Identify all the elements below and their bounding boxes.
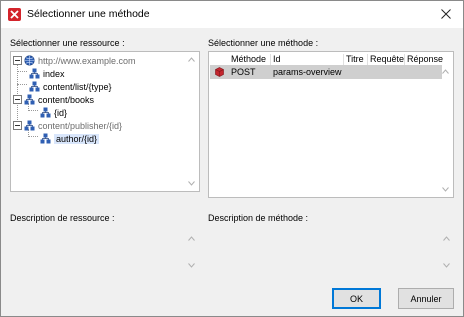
method-description-field[interactable] — [208, 226, 454, 272]
scroll-up-button[interactable] — [187, 55, 196, 64]
tree-node-content-list[interactable]: content/list/{type} — [27, 80, 112, 93]
column-divider — [343, 54, 344, 65]
resource-icon — [29, 81, 40, 92]
method-label: Sélectionner une méthode : — [208, 38, 319, 48]
resource-icon — [40, 133, 51, 144]
column-divider — [270, 54, 271, 65]
chevron-down-icon — [188, 181, 195, 186]
chevron-down-icon — [188, 263, 195, 268]
method-description-label: Description de méthode : — [208, 213, 309, 223]
column-header-response[interactable]: Réponse — [407, 54, 445, 64]
chevron-up-icon — [442, 69, 449, 74]
globe-icon — [24, 55, 35, 66]
tree-connector — [17, 84, 27, 85]
tree-node-label: {id} — [54, 107, 68, 118]
resource-icon — [24, 94, 35, 105]
select-method-dialog: Sélectionner une méthode Sélectionner un… — [0, 0, 464, 317]
column-divider — [404, 54, 405, 65]
chevron-down-icon — [442, 187, 449, 192]
table-header: Méthode Id Titre Requête Réponse — [210, 53, 452, 65]
scroll-down-button[interactable] — [187, 261, 196, 270]
resource-description-label: Description de ressource : — [10, 213, 115, 223]
method-icon — [215, 67, 224, 77]
resource-icon — [29, 68, 40, 79]
scroll-up-button[interactable] — [187, 234, 196, 243]
chevron-up-icon — [443, 236, 450, 241]
resource-icon — [24, 120, 35, 131]
collapse-icon[interactable] — [13, 121, 22, 130]
tree-node-author-id[interactable]: author/{id} — [38, 132, 100, 145]
resource-tree[interactable]: http://www.example.com index content/lis… — [10, 51, 200, 192]
tree-node-index[interactable]: index — [27, 67, 65, 80]
collapse-icon[interactable] — [13, 95, 22, 104]
tree-node-label: index — [43, 68, 65, 79]
tree-connector — [28, 110, 38, 111]
column-header-method[interactable]: Méthode — [231, 54, 266, 64]
tree-node-content-books[interactable]: content/books — [13, 93, 94, 106]
tree-connector — [28, 136, 38, 137]
tree-node-label: author/{id} — [54, 133, 100, 144]
tree-node-book-id[interactable]: {id} — [38, 106, 67, 119]
ok-button[interactable]: OK — [332, 288, 381, 309]
scroll-up-button[interactable] — [442, 234, 451, 243]
tree-node-label: http://www.example.com — [38, 55, 136, 66]
tree-node-label: content/books — [38, 94, 95, 105]
cell-method: POST — [231, 67, 256, 77]
scroll-down-button[interactable] — [442, 261, 451, 270]
tree-node-label: content/list/{type} — [43, 81, 112, 92]
resource-icon — [40, 107, 51, 118]
column-header-request[interactable]: Requête — [370, 54, 404, 64]
table-row[interactable]: POST params-overview — [210, 65, 442, 79]
tree-node-root[interactable]: http://www.example.com — [13, 54, 136, 67]
cancel-button[interactable]: Annuler — [398, 288, 454, 309]
scroll-down-button[interactable] — [187, 179, 196, 188]
column-header-title[interactable]: Titre — [346, 54, 364, 64]
column-divider — [367, 54, 368, 65]
scroll-up-button[interactable] — [441, 67, 450, 76]
tree-node-content-publisher[interactable]: content/publisher/{id} — [13, 119, 122, 132]
cell-id: params-overview — [273, 67, 342, 77]
chevron-down-icon — [443, 263, 450, 268]
title-bar: Sélectionner une méthode — [1, 1, 463, 28]
window-title: Sélectionner une méthode — [27, 8, 150, 20]
method-table[interactable]: Méthode Id Titre Requête Réponse POST pa… — [208, 51, 454, 198]
column-header-id[interactable]: Id — [273, 54, 281, 64]
tree-node-label: content/publisher/{id} — [38, 120, 123, 131]
close-button[interactable] — [435, 5, 457, 23]
app-icon — [8, 8, 21, 21]
chevron-up-icon — [188, 57, 195, 62]
collapse-icon[interactable] — [13, 56, 22, 65]
chevron-up-icon — [188, 236, 195, 241]
resource-description-field[interactable] — [10, 226, 200, 272]
resource-label: Sélectionner une ressource : — [10, 38, 125, 48]
scroll-down-button[interactable] — [441, 185, 450, 194]
close-icon — [441, 9, 451, 19]
tree-connector — [17, 71, 27, 72]
